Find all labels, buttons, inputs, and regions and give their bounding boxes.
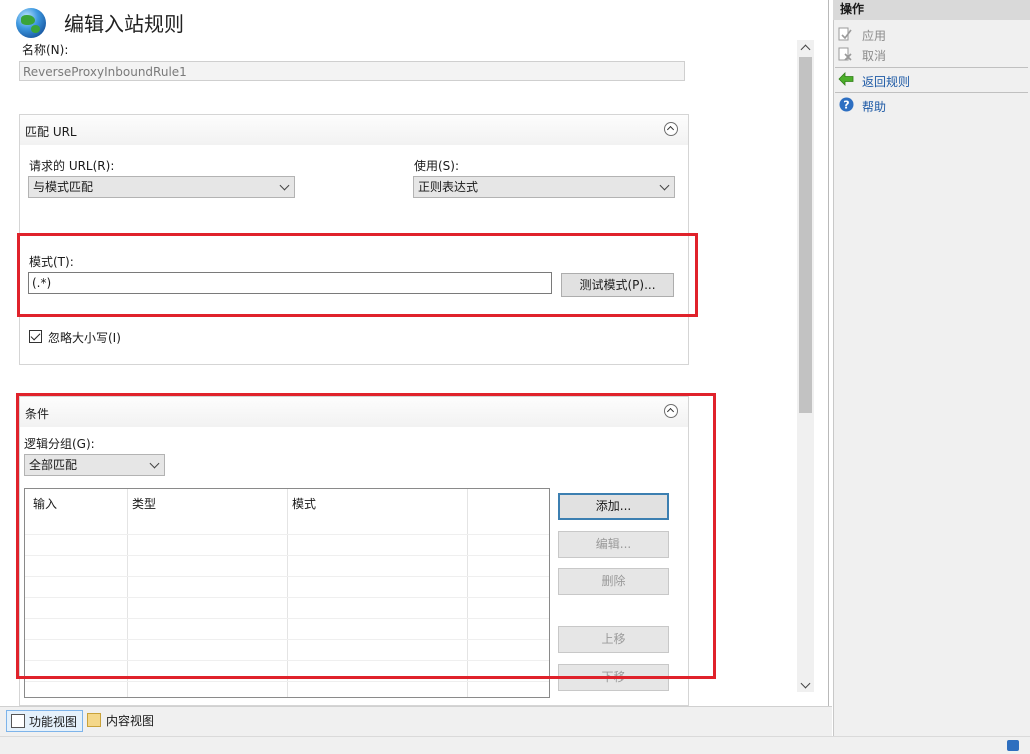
match-url-group-header: 匹配 URL — [20, 115, 688, 145]
back-to-rules-link[interactable]: 返回规则 — [862, 73, 910, 90]
conditions-highlight-box — [16, 393, 716, 679]
chevron-down-icon — [279, 180, 290, 191]
features-view-label: 功能视图 — [29, 715, 78, 729]
actions-divider — [835, 67, 1028, 68]
scrollbar-thumb[interactable] — [799, 57, 812, 413]
using-value: 正则表达式 — [418, 180, 479, 194]
status-bar — [0, 736, 1030, 754]
view-switcher-bar: 功能视图 内容视图 — [0, 706, 832, 737]
requested-url-label: 请求的 URL(R): — [29, 159, 115, 173]
actions-header: 操作 — [833, 0, 1030, 20]
rule-name-field[interactable]: ReverseProxyInboundRule1 — [19, 61, 685, 81]
globe-icon — [16, 8, 46, 38]
cancel-icon — [838, 47, 852, 61]
apply-action[interactable]: 应用 — [862, 27, 886, 44]
ignore-case-checkbox[interactable] — [29, 330, 42, 343]
rule-name-label: 名称(N): — [22, 43, 69, 57]
actions-divider — [835, 92, 1028, 93]
requested-url-select[interactable]: 与模式匹配 — [28, 176, 295, 198]
connection-status-icon — [1007, 740, 1019, 751]
help-link[interactable]: 帮助 — [862, 98, 886, 115]
requested-url-value: 与模式匹配 — [33, 180, 94, 194]
help-icon: ? — [839, 97, 854, 112]
row-divider — [25, 681, 549, 682]
content-view-tab[interactable]: 内容视图 — [84, 710, 159, 732]
content-view-icon — [87, 713, 101, 727]
using-select[interactable]: 正则表达式 — [413, 176, 675, 198]
match-url-title: 匹配 URL — [25, 125, 77, 139]
chevron-down-icon — [659, 180, 670, 191]
features-view-tab[interactable]: 功能视图 — [6, 710, 84, 732]
page-title: 编辑入站规则 — [64, 12, 184, 36]
pattern-highlight-box — [17, 233, 698, 317]
svg-text:?: ? — [843, 99, 849, 112]
collapse-match-url-button[interactable] — [664, 122, 678, 136]
ignore-case-label: 忽略大小写(I) — [48, 331, 121, 345]
back-arrow-icon — [838, 72, 854, 86]
features-view-icon — [11, 714, 25, 728]
main-content-pane: 编辑入站规则 名称(N): ReverseProxyInboundRule1 匹… — [0, 0, 829, 706]
using-label: 使用(S): — [414, 159, 460, 173]
cancel-action[interactable]: 取消 — [862, 47, 886, 64]
apply-icon — [838, 27, 852, 41]
content-view-label: 内容视图 — [106, 714, 155, 728]
